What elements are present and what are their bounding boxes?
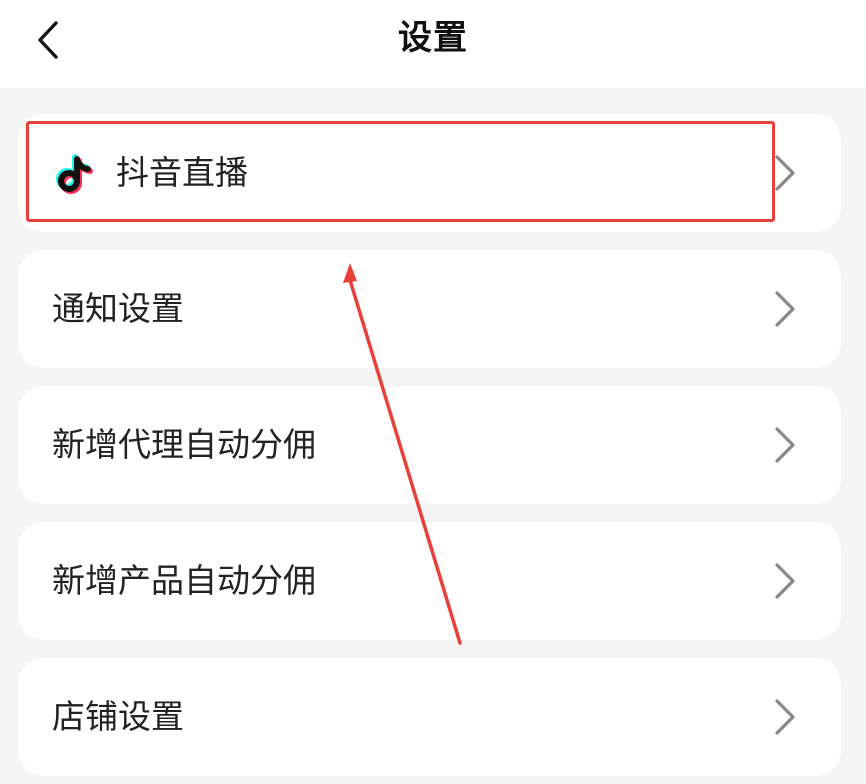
settings-item-notifications[interactable]: 通知设置 bbox=[18, 250, 841, 368]
settings-item-label: 通知设置 bbox=[52, 289, 184, 328]
settings-item-label: 新增代理自动分佣 bbox=[52, 425, 316, 464]
settings-item-new-product-commission[interactable]: 新增产品自动分佣 bbox=[18, 522, 841, 640]
chevron-right-icon bbox=[773, 698, 797, 736]
settings-item-douyin-live[interactable]: 抖音直播 bbox=[18, 114, 841, 232]
settings-item-label: 抖音直播 bbox=[116, 153, 248, 192]
chevron-right-icon bbox=[773, 426, 797, 464]
chevron-right-icon bbox=[773, 562, 797, 600]
settings-item-new-agent-commission[interactable]: 新增代理自动分佣 bbox=[18, 386, 841, 504]
chevron-right-icon bbox=[773, 290, 797, 328]
top-bar: 设置 bbox=[0, 0, 866, 88]
douyin-logo-icon bbox=[52, 151, 98, 197]
chevron-right-icon bbox=[773, 154, 797, 192]
page-title: 设置 bbox=[398, 18, 468, 58]
settings-item-store[interactable]: 店铺设置 bbox=[18, 658, 841, 776]
settings-item-label: 店铺设置 bbox=[52, 697, 184, 736]
settings-item-label: 新增产品自动分佣 bbox=[52, 561, 316, 600]
